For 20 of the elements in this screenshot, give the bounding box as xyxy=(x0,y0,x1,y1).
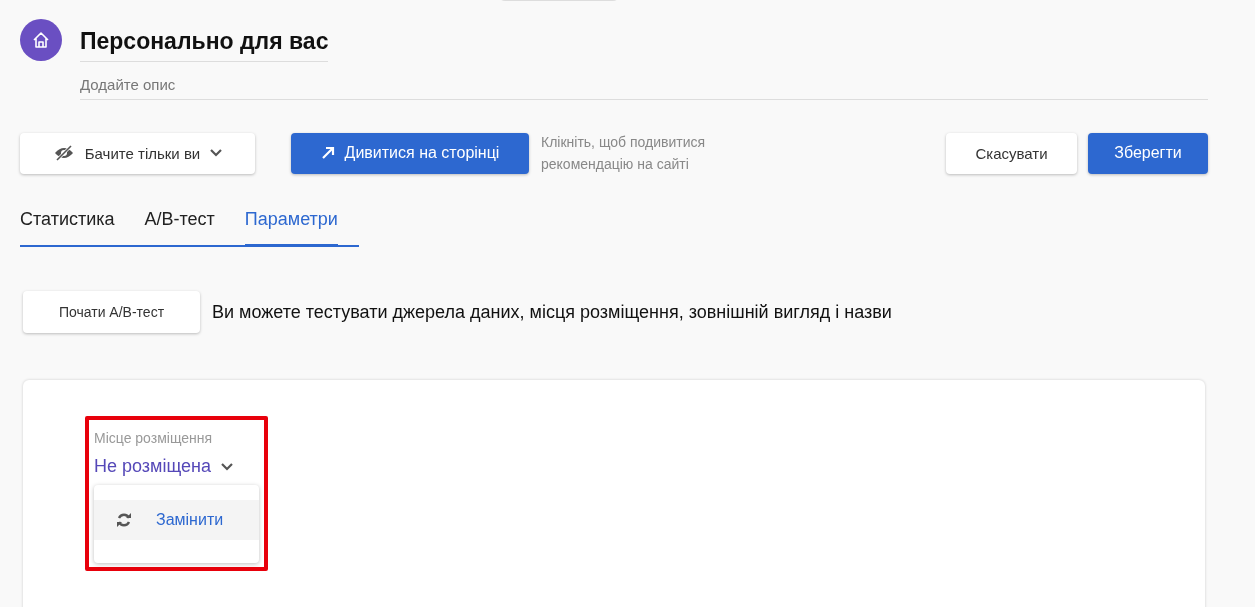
save-button[interactable]: Зберегти xyxy=(1088,132,1208,174)
chevron-down-icon xyxy=(210,149,223,157)
refresh-icon xyxy=(116,512,132,528)
hint-text: Клікніть, щоб подивитися рекомендацію на сайті xyxy=(541,133,707,174)
cancel-button[interactable]: Скасувати xyxy=(946,132,1077,174)
page-title[interactable]: Персонально для вас xyxy=(80,19,329,62)
placement-label: Місце розміщення xyxy=(94,430,214,446)
house-icon xyxy=(20,19,62,61)
placement-dropdown[interactable]: Не розміщена xyxy=(94,456,234,477)
visibility-dropdown[interactable]: Бачите тільки ви xyxy=(20,132,255,174)
ab-test-description: Ви можете тестувати джерела даних, місця розміщення, зовнішній вигляд і назви xyxy=(212,301,892,323)
tab[interactable]: A/B-тест xyxy=(144,203,215,247)
tab[interactable]: Статистика xyxy=(20,203,115,247)
view-on-page-button[interactable]: Дивитися на сторінці xyxy=(291,132,529,174)
description-field[interactable]: Додайте опис xyxy=(80,62,1208,100)
start-ab-test-button[interactable]: Почати A/B-тест xyxy=(23,291,200,333)
chevron-down-icon xyxy=(221,462,234,471)
menu-item[interactable]: Замінити xyxy=(94,500,259,540)
tab[interactable]: Параметри xyxy=(244,203,338,247)
arrow-up-right-icon xyxy=(320,146,335,160)
